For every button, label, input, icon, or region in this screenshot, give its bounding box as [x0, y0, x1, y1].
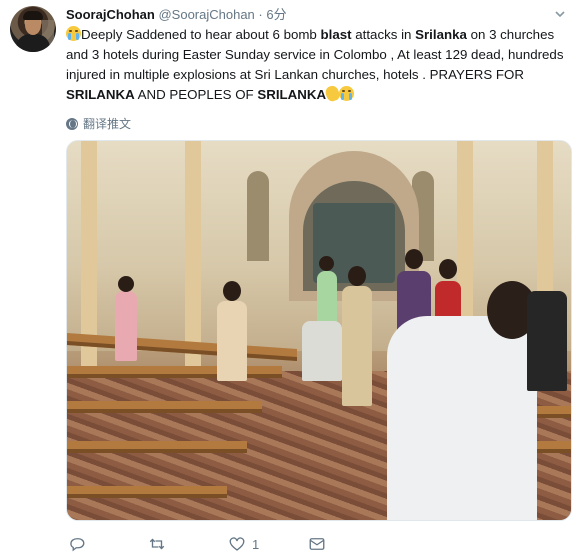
tweet-text-seg1: Deeply Saddened to hear about 6 bomb	[81, 27, 321, 42]
tweet-text-bold4: SRILANKA	[257, 87, 327, 102]
tweet-text-bold2: Srilanka	[415, 27, 467, 42]
crying-face-emoji	[66, 26, 81, 41]
reply-icon	[70, 538, 85, 552]
like-icon	[229, 537, 245, 551]
tweet-text-seg2: attacks in	[351, 27, 416, 42]
translate-tweet-link[interactable]: 翻译推文	[66, 115, 131, 132]
separator-dot: ·	[258, 7, 263, 22]
reply-button[interactable]	[68, 533, 92, 555]
tweet-text-bold3: SRILANKA	[66, 87, 135, 102]
author-name[interactable]: SoorajChohan	[66, 7, 155, 22]
tweet-header: SoorajChohan @SoorajChohan · 6分	[66, 7, 287, 23]
tweet-text-bold1: blast	[320, 27, 352, 42]
like-button[interactable]: 1	[228, 533, 259, 555]
tweet: SoorajChohan @SoorajChohan · 6分 Deeply S…	[0, 0, 581, 560]
author-handle[interactable]: @SoorajChohan	[158, 7, 254, 22]
tweet-text-seg4: AND PEOPLES OF	[134, 87, 258, 102]
translate-label: 翻译推文	[83, 117, 132, 131]
message-button[interactable]	[308, 533, 332, 555]
tweet-actions: 1	[68, 533, 408, 555]
retweet-button[interactable]	[148, 533, 172, 555]
tweet-timestamp[interactable]: 6分	[266, 7, 286, 22]
globe-icon	[66, 117, 78, 130]
crying-face-emoji	[339, 86, 355, 101]
tweet-text: Deeply Saddened to hear about 6 bomb bla…	[66, 25, 571, 105]
like-count: 1	[252, 536, 260, 552]
retweet-icon	[149, 538, 165, 550]
tweet-photo[interactable]	[66, 140, 572, 521]
avatar[interactable]	[10, 6, 56, 52]
message-icon	[309, 538, 325, 550]
chevron-down-icon[interactable]	[555, 11, 565, 17]
